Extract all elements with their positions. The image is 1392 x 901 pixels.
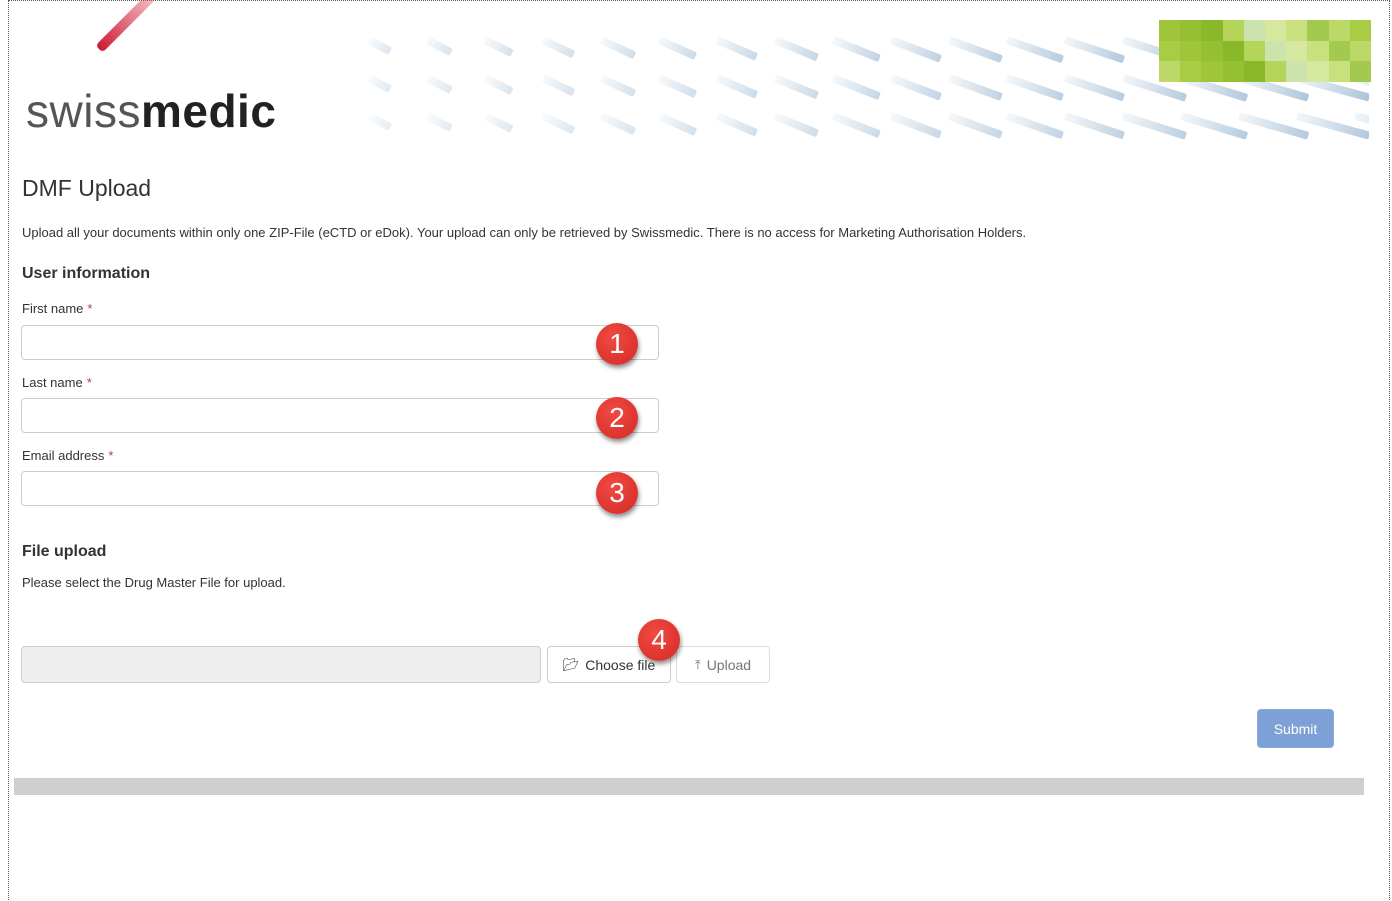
pixel-cell: [1328, 40, 1350, 62]
page-title: DMF Upload: [22, 175, 152, 201]
callout-badge-3: 3: [596, 472, 638, 514]
intro-text: Upload all your documents within only on…: [22, 225, 1027, 240]
user-information-heading: User information: [22, 265, 151, 282]
pixel-cell: [1286, 61, 1308, 82]
last-name-label: Last name *: [22, 375, 92, 390]
pixel-cell: [1201, 20, 1223, 41]
banner-stroke: [1005, 112, 1065, 140]
pixel-cell: [1286, 20, 1308, 41]
pixel-cell: [1307, 40, 1329, 62]
banner-stroke: [889, 74, 942, 101]
pixel-cell: [1201, 40, 1223, 62]
footer-bar: [14, 778, 1364, 795]
banner-stroke: [541, 74, 576, 97]
banner-stroke: [773, 74, 820, 100]
banner-stroke: [425, 36, 454, 56]
banner-stroke: [1121, 112, 1187, 140]
banner-stroke: [773, 36, 820, 62]
banner-stroke: [1063, 112, 1126, 140]
banner-stroke: [483, 112, 514, 134]
upload-button[interactable]: ⤒ Upload: [676, 646, 770, 683]
email-label: Email address *: [22, 448, 114, 463]
pixel-cell: [1159, 61, 1181, 82]
submit-button[interactable]: Submit: [1257, 709, 1334, 748]
banner-stroke: [599, 74, 637, 98]
callout-badge-4: 4: [638, 619, 680, 661]
pixel-cell: [1349, 61, 1371, 82]
pixel-cell: [1286, 40, 1308, 62]
pixel-cell: [1180, 40, 1202, 62]
banner-stroke: [831, 112, 881, 138]
banner-stroke: [367, 36, 393, 55]
banner-stroke: [425, 112, 454, 132]
banner-stroke: [367, 112, 393, 131]
banner-stroke: [715, 112, 759, 137]
banner-stroke: [773, 112, 820, 138]
banner-stroke: [599, 36, 637, 60]
blurred-image: [1159, 20, 1371, 82]
pixel-cell: [1222, 20, 1244, 41]
file-upload-hint: Please select the Drug Master File for u…: [22, 575, 286, 590]
callout-badge-1: 1: [596, 323, 638, 365]
banner-stroke: [1063, 74, 1126, 102]
banner-stroke: [657, 36, 698, 60]
pixel-cell: [1243, 40, 1265, 62]
first-name-input[interactable]: [21, 325, 659, 360]
pixel-cell: [1201, 61, 1223, 82]
banner-stroke: [483, 36, 514, 58]
pixel-cell: [1265, 40, 1287, 62]
banner-stroke: [889, 112, 942, 139]
site-header: swissmedic: [14, 0, 1371, 144]
banner-stroke: [541, 112, 576, 135]
pixel-cell: [1328, 20, 1350, 41]
required-marker: *: [108, 448, 114, 463]
banner-stroke: [1063, 36, 1126, 64]
banner-stroke: [1005, 36, 1065, 64]
pixel-cell: [1265, 61, 1287, 82]
pixel-cell: [1243, 61, 1265, 82]
pixel-cell: [1159, 40, 1181, 62]
banner-stroke: [715, 36, 759, 61]
banner-stroke: [831, 36, 881, 62]
upload-icon: ⤒: [694, 656, 701, 672]
banner-stroke: [657, 74, 698, 98]
pixel-cell: [1349, 40, 1371, 62]
last-name-input[interactable]: [21, 398, 659, 433]
pixel-cell: [1307, 61, 1329, 82]
pixel-cell: [1159, 20, 1181, 41]
banner-stroke: [947, 36, 1003, 63]
pixel-cell: [1180, 61, 1202, 82]
banner-stroke: [483, 74, 514, 96]
required-marker: *: [86, 375, 92, 390]
main-content: DMF Upload Upload all your documents wit…: [14, 150, 1364, 778]
pixel-cell: [1265, 20, 1287, 41]
banner-stroke: [657, 112, 698, 136]
callout-badge-2: 2: [596, 397, 638, 439]
pixel-cell: [1222, 40, 1244, 62]
banner-stroke: [599, 112, 637, 136]
banner-stroke: [889, 36, 942, 63]
pixel-cell: [1180, 20, 1202, 41]
pixel-cell: [1328, 61, 1350, 82]
banner-stroke: [947, 112, 1003, 139]
email-input[interactable]: [21, 471, 659, 506]
pixel-cell: [1222, 61, 1244, 82]
pixel-cell: [1349, 20, 1371, 41]
file-upload-heading: File upload: [22, 543, 107, 560]
banner-stroke: [831, 74, 881, 100]
pixel-cell: [1243, 20, 1265, 41]
banner-stroke: [1005, 74, 1065, 102]
banner-stroke: [425, 74, 454, 94]
pixel-cell: [1307, 20, 1329, 41]
banner-stroke: [367, 74, 393, 93]
banner-stroke: [541, 36, 576, 59]
first-name-label: First name *: [22, 301, 93, 316]
swissmedic-logo[interactable]: swissmedic: [26, 86, 276, 136]
required-marker: *: [87, 301, 93, 316]
banner-stroke: [947, 74, 1003, 101]
banner-stroke: [715, 74, 759, 99]
selected-file-field: [21, 646, 541, 683]
folder-open-icon: 📂︎: [562, 656, 580, 672]
